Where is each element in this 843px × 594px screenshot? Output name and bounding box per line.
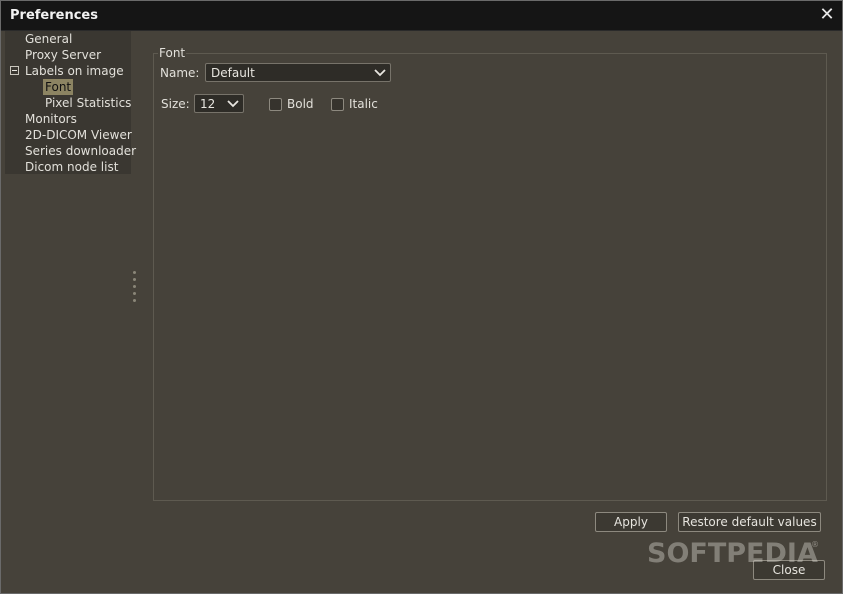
bold-label: Bold — [287, 97, 314, 111]
tree-item-font[interactable]: Font — [43, 79, 74, 95]
tree-item-general[interactable]: General — [25, 31, 72, 47]
italic-label: Italic — [349, 97, 378, 111]
name-label: Name: — [160, 66, 200, 80]
font-name-select[interactable]: Default — [205, 63, 391, 82]
chevron-down-icon — [227, 100, 239, 108]
close-icon[interactable]: ✕ — [818, 6, 836, 24]
font-panel-legend: Font — [158, 46, 187, 60]
restore-defaults-button[interactable]: Restore default values — [678, 512, 821, 532]
tree-item-dicom-node-list[interactable]: Dicom node list — [25, 159, 118, 175]
tree-item-labels-on-image[interactable]: Labels on image — [25, 63, 124, 79]
preferences-tree: General Proxy Server Labels on image Fon… — [5, 31, 136, 175]
italic-checkbox[interactable] — [331, 98, 344, 111]
collapse-minus-icon[interactable] — [10, 66, 19, 75]
chevron-down-icon — [374, 69, 386, 77]
apply-button[interactable]: Apply — [595, 512, 667, 532]
tree-item-series-downloader[interactable]: Series downloader — [25, 143, 136, 159]
font-size-select[interactable]: 12 — [194, 94, 244, 113]
bold-checkbox[interactable] — [269, 98, 282, 111]
tree-item-2d-dicom-viewer[interactable]: 2D-DICOM Viewer — [25, 127, 132, 143]
size-label: Size: — [161, 97, 190, 111]
tree-item-monitors[interactable]: Monitors — [25, 111, 77, 127]
preferences-window: Preferences ✕ General Proxy Server Label… — [0, 0, 843, 594]
drag-handle-icon[interactable] — [132, 269, 138, 309]
registered-mark: ® — [811, 540, 819, 549]
tree-item-pixel-statistics[interactable]: Pixel Statistics — [45, 95, 131, 111]
softpedia-watermark: SOFTPEDIA — [647, 538, 818, 569]
window-title: Preferences — [10, 8, 98, 23]
font-size-value: 12 — [200, 97, 216, 111]
tree-item-proxy-server[interactable]: Proxy Server — [25, 47, 101, 63]
title-bar: Preferences ✕ — [1, 1, 842, 31]
font-name-value: Default — [211, 66, 255, 80]
font-settings-panel — [153, 53, 827, 501]
